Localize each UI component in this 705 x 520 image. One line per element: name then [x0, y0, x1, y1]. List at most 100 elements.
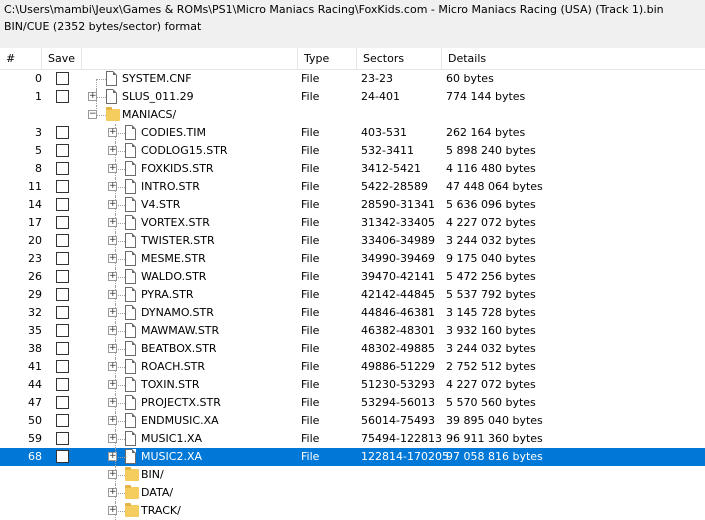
- expand-toggle-icon[interactable]: +: [108, 362, 117, 371]
- save-checkbox[interactable]: [56, 450, 69, 463]
- expand-toggle-icon[interactable]: +: [108, 380, 117, 389]
- file-icon: [106, 89, 117, 104]
- column-header-save[interactable]: Save: [42, 48, 82, 69]
- table-row[interactable]: 41 + ROACH.STR File 49886-51229 2 752 512 byt…: [0, 358, 705, 376]
- expand-toggle-icon[interactable]: +: [108, 470, 117, 479]
- table-row[interactable]: 20 + TWISTER.STR File 33406-34989 3 244 032 b…: [0, 232, 705, 250]
- save-checkbox[interactable]: [56, 180, 69, 193]
- table-row[interactable]: 68 + MUSIC2.XA File 122814-170205 97 058 816 …: [0, 448, 705, 466]
- tree-line: [97, 115, 106, 116]
- save-checkbox[interactable]: [56, 234, 69, 247]
- row-number: 32: [28, 306, 42, 319]
- entry-name: SLUS_011.29: [122, 90, 194, 103]
- column-header-sectors[interactable]: Sectors: [357, 48, 442, 69]
- save-checkbox[interactable]: [56, 252, 69, 265]
- expand-toggle-icon[interactable]: +: [108, 164, 117, 173]
- column-header-type[interactable]: Type: [298, 48, 357, 69]
- entry-sectors: 49886-51229: [361, 360, 435, 373]
- entry-sectors: 3412-5421: [361, 162, 421, 175]
- table-row[interactable]: 50 + ENDMUSIC.XA File 56014-75493 39 895 040 …: [0, 412, 705, 430]
- entry-type: File: [301, 324, 320, 337]
- tree-line: [116, 205, 125, 206]
- entry-details: 47 448 064 bytes: [446, 180, 543, 193]
- expand-toggle-icon[interactable]: +: [108, 254, 117, 263]
- expand-toggle-icon[interactable]: +: [108, 182, 117, 191]
- table-row[interactable]: 14 + V4.STR File 28590-31341 5 636 096 bytes: [0, 196, 705, 214]
- table-row[interactable]: 8 + FOXKIDS.STR File 3412-5421 4 116 480 byte…: [0, 160, 705, 178]
- save-checkbox[interactable]: [56, 144, 69, 157]
- save-checkbox[interactable]: [56, 216, 69, 229]
- entry-details: 5 472 256 bytes: [446, 270, 536, 283]
- expand-toggle-icon[interactable]: +: [108, 416, 117, 425]
- expand-toggle-icon[interactable]: +: [88, 92, 97, 101]
- folder-icon: [125, 503, 139, 517]
- expand-toggle-icon[interactable]: +: [108, 146, 117, 155]
- column-header-details[interactable]: Details: [442, 48, 705, 69]
- row-number: 47: [28, 396, 42, 409]
- entry-details: 5 636 096 bytes: [446, 198, 536, 211]
- expand-toggle-icon[interactable]: +: [108, 218, 117, 227]
- tree-line: [116, 277, 125, 278]
- save-checkbox[interactable]: [56, 72, 69, 85]
- expand-toggle-icon[interactable]: +: [108, 308, 117, 317]
- table-row[interactable]: − MANIACS/: [0, 106, 705, 124]
- expand-toggle-icon[interactable]: +: [108, 398, 117, 407]
- save-checkbox[interactable]: [56, 324, 69, 337]
- table-row[interactable]: 35 + MAWMAW.STR File 46382-48301 3 932 160 by…: [0, 322, 705, 340]
- expand-toggle-icon[interactable]: +: [108, 434, 117, 443]
- expand-toggle-icon[interactable]: +: [108, 452, 117, 461]
- table-row[interactable]: 5 + CODLOG15.STR File 532-3411 5 898 240 byte…: [0, 142, 705, 160]
- save-checkbox[interactable]: [56, 90, 69, 103]
- table-row[interactable]: 44 + TOXIN.STR File 51230-53293 4 227 072 byt…: [0, 376, 705, 394]
- expand-toggle-icon[interactable]: +: [108, 344, 117, 353]
- expand-toggle-icon[interactable]: +: [108, 272, 117, 281]
- table-row[interactable]: 47 + PROJECTX.STR File 53294-56013 5 570 560 …: [0, 394, 705, 412]
- expand-toggle-icon[interactable]: +: [108, 236, 117, 245]
- entry-type: File: [301, 378, 320, 391]
- save-checkbox[interactable]: [56, 378, 69, 391]
- save-checkbox[interactable]: [56, 288, 69, 301]
- entry-sectors: 39470-42141: [361, 270, 435, 283]
- entry-sectors: 28590-31341: [361, 198, 435, 211]
- save-checkbox[interactable]: [56, 414, 69, 427]
- entry-name: MUSIC1.XA: [141, 432, 203, 445]
- table-row[interactable]: 23 + MESME.STR File 34990-39469 9 175 040 byt…: [0, 250, 705, 268]
- table-row[interactable]: 17 + VORTEX.STR File 31342-33405 4 227 072 by…: [0, 214, 705, 232]
- file-icon: [125, 431, 136, 446]
- expand-toggle-icon[interactable]: +: [108, 128, 117, 137]
- save-checkbox[interactable]: [56, 162, 69, 175]
- entry-type: File: [301, 252, 320, 265]
- table-row[interactable]: 29 + PYRA.STR File 42142-44845 5 537 792 byte…: [0, 286, 705, 304]
- collapse-toggle-icon[interactable]: −: [88, 110, 97, 119]
- table-row[interactable]: 1 + SLUS_011.29 File 24-401 774 144 bytes: [0, 88, 705, 106]
- expand-toggle-icon[interactable]: +: [108, 506, 117, 515]
- table-row[interactable]: + TRACK/: [0, 502, 705, 520]
- table-row[interactable]: 11 + INTRO.STR File 5422-28589 47 448 064 byt…: [0, 178, 705, 196]
- save-checkbox[interactable]: [56, 306, 69, 319]
- table-row[interactable]: + DATA/: [0, 484, 705, 502]
- row-number: 11: [28, 180, 42, 193]
- expand-toggle-icon[interactable]: +: [108, 326, 117, 335]
- save-checkbox[interactable]: [56, 342, 69, 355]
- tree-line: [97, 97, 106, 98]
- table-row[interactable]: 32 + DYNAMO.STR File 44846-46381 3 145 728 by…: [0, 304, 705, 322]
- expand-toggle-icon[interactable]: +: [108, 290, 117, 299]
- expand-toggle-icon[interactable]: +: [108, 488, 117, 497]
- save-checkbox[interactable]: [56, 270, 69, 283]
- table-row[interactable]: 26 + WALDO.STR File 39470-42141 5 472 256 byt…: [0, 268, 705, 286]
- save-checkbox[interactable]: [56, 198, 69, 211]
- table-row[interactable]: 38 + BEATBOX.STR File 48302-49885 3 244 032 b…: [0, 340, 705, 358]
- column-header-num[interactable]: #: [0, 48, 42, 69]
- save-checkbox[interactable]: [56, 360, 69, 373]
- save-checkbox[interactable]: [56, 126, 69, 139]
- entry-sectors: 51230-53293: [361, 378, 435, 391]
- table-row[interactable]: 59 + MUSIC1.XA File 75494-122813 96 911 360 b…: [0, 430, 705, 448]
- table-row[interactable]: + BIN/: [0, 466, 705, 484]
- entry-details: 97 058 816 bytes: [446, 450, 543, 463]
- save-checkbox[interactable]: [56, 396, 69, 409]
- save-checkbox[interactable]: [56, 432, 69, 445]
- expand-toggle-icon[interactable]: +: [108, 200, 117, 209]
- table-row[interactable]: 3 + CODIES.TIM File 403-531 262 164 bytes: [0, 124, 705, 142]
- table-row[interactable]: 0 SYSTEM.CNF File 23-23 60 bytes: [0, 70, 705, 97]
- column-header-name[interactable]: [82, 48, 298, 69]
